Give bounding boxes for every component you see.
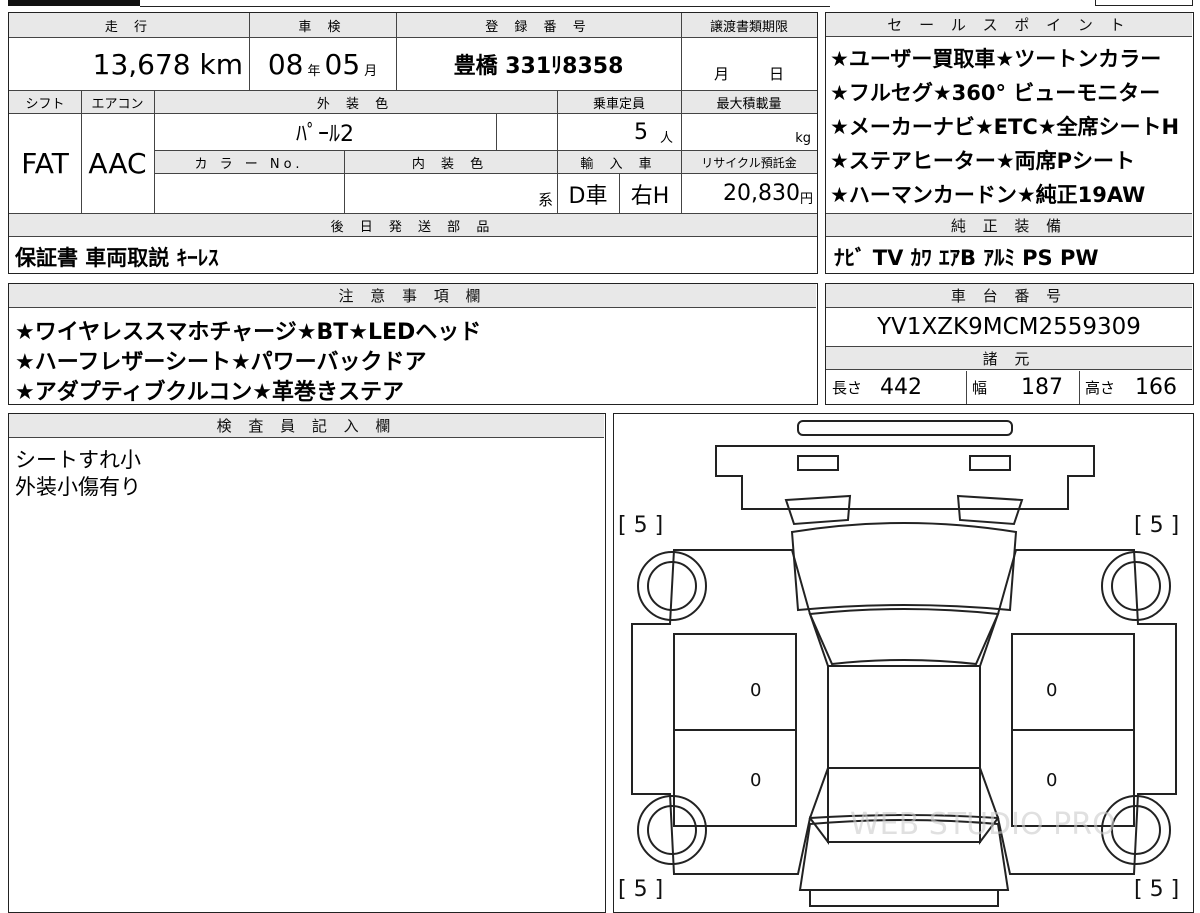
aircon-value: AAC	[88, 147, 147, 180]
inspector-line-2: 外装小傷有り	[15, 475, 141, 499]
aircon-header: エアコン	[81, 91, 154, 113]
door-rear-left	[673, 729, 797, 827]
interior-color-value: 系	[537, 191, 553, 209]
tire-label-front-right: [ 5 ]	[1134, 513, 1179, 538]
transfer-month-unit: 月	[713, 65, 729, 83]
later-parts-value: 保証書 車両取説 ｷｰﾚｽ	[15, 246, 219, 270]
registration-value: 豊橋 331ﾘ8358	[453, 54, 624, 79]
vehicle-info-block: 走 行 車 検 登 録 番 号 譲渡書類期限 13,678 km 08 年 05…	[8, 12, 818, 274]
spec-width: 幅 187	[966, 371, 1079, 404]
inspector-line-1: シートすれ小	[15, 448, 141, 472]
spec-height: 高さ 166	[1079, 371, 1192, 404]
chassis-header: 車 台 番 号	[826, 284, 1192, 308]
recycle-value: 20,830 円	[681, 174, 817, 213]
note-line-3: ★アダプティブクルコン★革巻きステア	[15, 380, 405, 405]
sales-points-block: セ ー ル ス ポ イ ン ト ★ユーザー買取車★ツートンカラー ★フルセグ★3…	[825, 12, 1194, 274]
watermark: WEB STUDIO PRO	[850, 807, 1116, 842]
sales-point-1: ★ユーザー買取車★ツートンカラー	[830, 47, 1162, 71]
note-line-2: ★ハーフレザーシート★パワーバックドア	[15, 350, 427, 375]
car-diagram: [ 5 ] [ 5 ] [ 5 ] [ 5 ] 0 0 0 0 WEB STUD…	[618, 420, 1179, 907]
spec-length-label: 長さ	[832, 379, 863, 397]
inspector-block: 検 査 員 記 入 欄 シートすれ小 外装小傷有り	[8, 413, 606, 913]
capacity-header: 乗車定員	[557, 91, 681, 113]
tire-label-front-left: [ 5 ]	[618, 513, 663, 538]
spec-height-label: 高さ	[1085, 379, 1116, 397]
inspection-month: 05	[324, 47, 361, 81]
car-diagram-block: [ 5 ] [ 5 ] [ 5 ] [ 5 ] 0 0 0 0 WEB STUD…	[613, 413, 1194, 913]
color-no-value	[154, 174, 344, 213]
transfer-deadline-header: 譲渡書類期限	[681, 13, 817, 37]
import-type: D車	[568, 183, 608, 209]
top-strip-right	[1095, 0, 1193, 6]
recycle-amount: 20,830	[723, 181, 800, 206]
max-load-value: kg	[795, 131, 811, 146]
tire-label-rear-right: [ 5 ]	[1134, 877, 1179, 902]
specs-header: 諸 元	[826, 346, 1192, 370]
chassis-number: YV1XZK9MCM2559309	[877, 314, 1141, 340]
top-strip-line	[140, 6, 830, 7]
door-front-left	[673, 633, 797, 731]
door-mark-front-left: 0	[750, 680, 761, 701]
import-header: 輸 入 車	[557, 151, 681, 173]
sales-point-2: ★フルセグ★360° ビューモニター	[830, 81, 1161, 105]
notes-block: 注 意 事 項 欄 ★ワイヤレススマホチャージ★BT★LEDヘッド ★ハーフレザ…	[8, 283, 818, 405]
later-parts-header: 後 日 発 送 部 品	[9, 214, 817, 236]
spec-length-value: 442	[880, 375, 923, 400]
genuine-equipment-value: ﾅﾋﾞ TV ｶﾜ ｴｱB ｱﾙﾐ PS PW	[834, 246, 1099, 270]
registration-header: 登 録 番 号	[396, 13, 681, 37]
transfer-day-unit: 日	[769, 65, 785, 83]
interior-color-header: 内 装 色	[344, 151, 557, 173]
capacity-number: 5	[633, 119, 648, 145]
sales-points-header: セ ー ル ス ポ イ ン ト	[826, 13, 1192, 37]
front-bumper	[715, 445, 1095, 510]
door-mark-rear-left: 0	[750, 770, 761, 791]
top-strip	[0, 0, 1200, 8]
mileage-value: 13,678 km	[92, 47, 243, 81]
inspection-year-unit: 年	[307, 63, 321, 79]
door-mark-rear-right: 0	[1046, 770, 1057, 791]
notes-header: 注 意 事 項 欄	[9, 284, 816, 308]
door-front-right	[1011, 633, 1135, 731]
inspector-header: 検 査 員 記 入 欄	[9, 414, 604, 438]
exterior-color-value: ﾊﾟｰﾙ2	[296, 122, 354, 147]
windshield	[808, 608, 1000, 666]
handle-side: 右H	[630, 183, 670, 209]
sales-point-4: ★ステアヒーター★両席Pシート	[830, 149, 1136, 173]
shift-header: シフト	[9, 91, 81, 113]
rear-bumper	[809, 889, 999, 907]
spec-height-value: 166	[1135, 375, 1178, 400]
chassis-block: 車 台 番 号 YV1XZK9MCM2559309 諸 元 長さ 442 幅 1…	[825, 283, 1194, 405]
door-mark-front-right: 0	[1046, 680, 1057, 701]
transfer-deadline-value: 月 日	[681, 38, 817, 90]
color-no-header: カ ラ ー No.	[154, 151, 344, 173]
sales-point-3: ★メーカーナビ★ETC★全席シートH	[830, 115, 1180, 139]
exterior-color-header: 外 装 色	[154, 91, 557, 113]
tire-label-rear-left: [ 5 ]	[618, 877, 663, 902]
mileage-header: 走 行	[9, 13, 249, 37]
front-bumper-bar	[797, 420, 1013, 436]
inspection-month-unit: 月	[364, 63, 378, 79]
capacity-value: 5 人	[557, 114, 681, 150]
genuine-equipment-header: 純 正 装 備	[826, 213, 1192, 237]
front-grille-left	[797, 455, 839, 471]
sales-point-5: ★ハーマンカードン★純正19AW	[830, 183, 1146, 207]
spec-length: 長さ 442	[826, 371, 966, 404]
inspection-date: 08 年 05 月	[249, 38, 396, 90]
max-load-header: 最大積載量	[681, 91, 817, 113]
spec-width-label: 幅	[972, 379, 988, 397]
note-line-1: ★ワイヤレススマホチャージ★BT★LEDヘッド	[15, 320, 482, 345]
front-grille-right	[969, 455, 1011, 471]
capacity-unit: 人	[659, 130, 673, 146]
recycle-unit: 円	[799, 192, 813, 207]
top-strip-black	[8, 0, 140, 6]
inspection-year: 08	[267, 47, 304, 81]
spec-width-value: 187	[1021, 375, 1064, 400]
inspection-header: 車 検	[249, 13, 396, 37]
hood	[790, 522, 1018, 612]
shift-value: FAT	[21, 147, 69, 180]
recycle-header: リサイクル預託金	[681, 151, 817, 173]
